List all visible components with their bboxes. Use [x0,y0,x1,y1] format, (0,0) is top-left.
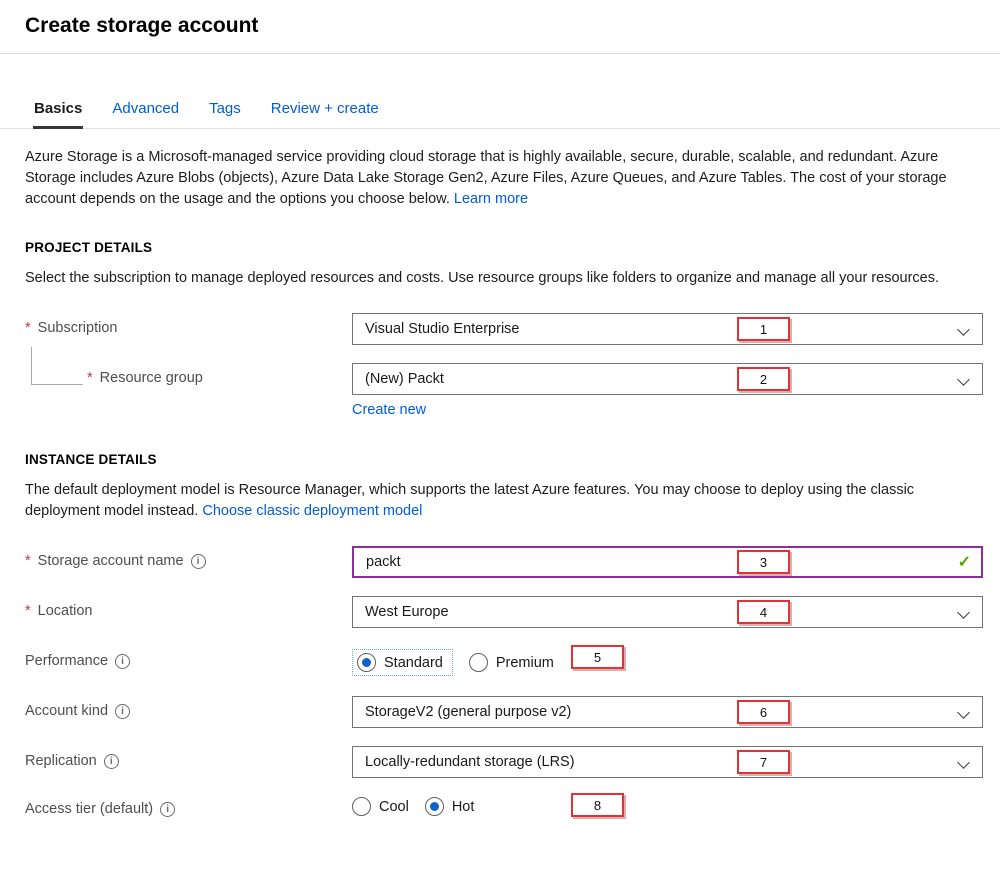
intro-paragraph: Azure Storage is a Microsoft-managed ser… [25,147,973,210]
performance-field: Standard Premium 5 [352,646,983,676]
access-tier-option-cool[interactable]: Cool [352,797,409,816]
annotation-badge-1: 1 [737,317,790,341]
resource-group-dropdown[interactable]: (New) Packt [352,363,983,395]
storage-account-name-field: 3 [352,546,983,578]
tab-advanced[interactable]: Advanced [111,96,180,128]
location-field: West Europe 4 [352,596,983,628]
radio-label: Standard [384,655,443,671]
chevron-down-icon [957,756,970,769]
info-icon[interactable] [115,654,130,669]
instance-details-text: The default deployment model is Resource… [25,482,914,519]
access-tier-label: Access tier (default) [25,794,352,817]
info-icon[interactable] [115,704,130,719]
project-details-heading: PROJECT DETAILS [25,240,975,255]
resource-group-value: (New) Packt [365,371,444,387]
account-kind-row: Account kind StorageV2 (general purpose … [0,696,1000,728]
storage-account-name-input[interactable] [352,546,983,578]
replication-row: Replication Locally-redundant storage (L… [0,746,1000,778]
access-tier-field: Cool Hot 8 [352,794,983,816]
account-kind-field: StorageV2 (general purpose v2) 6 [352,696,983,728]
learn-more-link[interactable]: Learn more [454,191,528,207]
tab-tags[interactable]: Tags [208,96,242,128]
radio-label: Hot [452,799,475,815]
subscription-row: Subscription Visual Studio Enterprise 1 [0,313,1000,345]
radio-selected-icon [425,797,444,816]
chevron-down-icon [957,706,970,719]
annotation-badge-2: 2 [737,367,790,391]
required-asterisk [25,320,31,336]
location-label: Location [25,596,352,619]
location-value: West Europe [365,604,449,620]
access-tier-option-hot[interactable]: Hot [425,797,475,816]
tabs-bar: Basics Advanced Tags Review + create [0,96,1000,129]
replication-label: Replication [25,746,352,769]
create-storage-account-page: Create storage account Basics Advanced T… [0,0,1000,817]
classic-deployment-link[interactable]: Choose classic deployment model [202,503,422,519]
tab-basics[interactable]: Basics [33,96,83,129]
info-icon[interactable] [191,554,206,569]
annotation-badge-5: 5 [571,645,624,669]
storage-account-name-label: Storage account name [25,546,352,569]
required-asterisk [25,603,31,619]
chevron-down-icon [957,606,970,619]
chevron-down-icon [957,373,970,386]
replication-value: Locally-redundant storage (LRS) [365,754,575,770]
account-kind-label: Account kind [25,696,352,719]
performance-option-standard[interactable]: Standard [352,649,453,676]
subscription-dropdown[interactable]: Visual Studio Enterprise [352,313,983,345]
tree-connector [31,347,83,385]
storage-account-name-row: Storage account name 3 [0,546,1000,578]
annotation-badge-7: 7 [737,750,790,774]
resource-group-field: (New) Packt 2 Create new [352,363,983,418]
annotation-badge-6: 6 [737,700,790,724]
radio-label: Cool [379,799,409,815]
subscription-value: Visual Studio Enterprise [365,321,520,337]
required-asterisk [87,370,93,386]
required-asterisk [25,553,31,569]
radio-unselected-icon [352,797,371,816]
valid-check-icon [958,552,971,572]
instance-details-description: The default deployment model is Resource… [25,480,973,522]
location-row: Location West Europe 4 [0,596,1000,628]
annotation-badge-4: 4 [737,600,790,624]
project-details-description: Select the subscription to manage deploy… [25,268,973,289]
page-title: Create storage account [25,14,975,38]
replication-dropdown[interactable]: Locally-redundant storage (LRS) [352,746,983,778]
info-icon[interactable] [104,754,119,769]
account-kind-dropdown[interactable]: StorageV2 (general purpose v2) [352,696,983,728]
account-kind-value: StorageV2 (general purpose v2) [365,704,571,720]
access-tier-row: Access tier (default) Cool Hot 8 [0,794,1000,817]
performance-label: Performance [25,646,352,669]
access-tier-radio-group: Cool Hot [352,794,983,816]
location-dropdown[interactable]: West Europe [352,596,983,628]
performance-option-premium[interactable]: Premium [469,653,554,672]
radio-label: Premium [496,655,554,671]
annotation-badge-3: 3 [737,550,790,574]
radio-unselected-icon [469,653,488,672]
instance-details-heading: INSTANCE DETAILS [25,452,975,467]
tab-review-create[interactable]: Review + create [270,96,380,128]
subscription-label: Subscription [25,313,352,336]
performance-row: Performance Standard Premium 5 [0,646,1000,676]
info-icon[interactable] [160,802,175,817]
resource-group-row: Resource group (New) Packt 2 Create new [0,363,1000,418]
radio-selected-icon [357,653,376,672]
create-new-link[interactable]: Create new [352,402,426,418]
chevron-down-icon [957,323,970,336]
replication-field: Locally-redundant storage (LRS) 7 [352,746,983,778]
annotation-badge-8: 8 [571,793,624,817]
page-header: Create storage account [0,0,1000,54]
performance-radio-group: Standard Premium [352,646,983,676]
subscription-field: Visual Studio Enterprise 1 [352,313,983,345]
